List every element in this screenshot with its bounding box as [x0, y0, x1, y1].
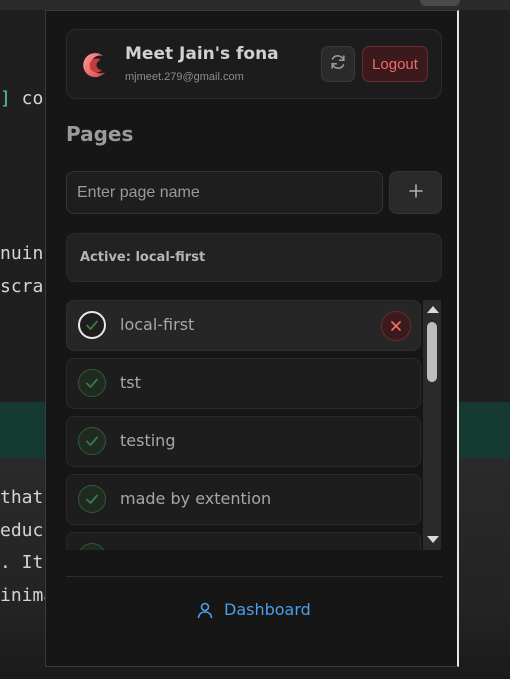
pages-heading: Pages	[66, 122, 134, 146]
background-code-line: . It	[0, 552, 44, 573]
scroll-up-arrow-icon[interactable]	[427, 306, 439, 313]
background-code-line: nuin	[0, 243, 44, 264]
logout-button[interactable]: Logout	[362, 46, 428, 82]
close-icon	[390, 317, 402, 336]
profile-email: mjmeet.279@gmail.com	[125, 71, 244, 83]
scroll-down-arrow-icon[interactable]	[427, 536, 439, 543]
page-item-label: local-first	[120, 315, 195, 334]
code-bracket: ]	[0, 88, 11, 109]
check-icon[interactable]	[78, 543, 106, 550]
plus-icon	[408, 183, 424, 203]
page-list-item[interactable]	[66, 532, 421, 550]
background-code-line: educ	[0, 520, 44, 541]
check-icon[interactable]	[78, 369, 106, 397]
page-list-item[interactable]: testing	[66, 416, 421, 467]
page-item-label: made by extention	[120, 489, 272, 508]
background-code-line: ] co	[0, 88, 43, 109]
background-code-line: scra	[0, 276, 44, 297]
crescent-logo-icon	[81, 51, 109, 79]
page-name-input[interactable]	[66, 171, 383, 214]
scroll-thumb[interactable]	[427, 322, 437, 382]
page-list-scrollbar[interactable]	[423, 300, 441, 550]
dashboard-label: Dashboard	[224, 600, 311, 619]
extension-popup: Meet Jain's fona mjmeet.279@gmail.com Lo…	[45, 10, 459, 667]
delete-page-button[interactable]	[381, 311, 411, 341]
check-icon[interactable]	[78, 485, 106, 513]
active-page-indicator: Active: local-first	[66, 233, 442, 282]
page-item-label: tst	[120, 373, 141, 392]
profile-card: Meet Jain's fona mjmeet.279@gmail.com Lo…	[66, 29, 442, 99]
add-page-button[interactable]	[389, 171, 442, 214]
profile-name: Meet Jain's fona	[125, 44, 279, 64]
footer-divider	[66, 576, 442, 577]
page-item-label: testing	[120, 431, 176, 450]
user-icon	[196, 601, 214, 619]
page-list[interactable]: local-first tst testing made by extentio…	[66, 300, 421, 550]
refresh-button[interactable]	[321, 46, 355, 82]
page-list-item[interactable]: tst	[66, 358, 421, 409]
background-scroll-thumb	[420, 0, 460, 6]
dashboard-link[interactable]: Dashboard	[196, 600, 311, 619]
code-text: co	[10, 88, 44, 109]
check-icon[interactable]	[78, 311, 106, 339]
check-icon[interactable]	[78, 427, 106, 455]
page-list-item[interactable]: local-first	[66, 300, 421, 351]
background-code-line: that	[0, 487, 44, 508]
refresh-icon	[329, 53, 347, 75]
page-list-item[interactable]: made by extention	[66, 474, 421, 525]
